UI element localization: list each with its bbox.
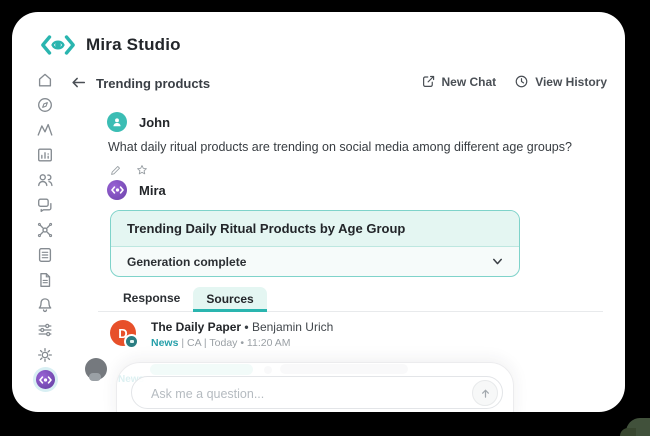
assistant-message-header: Mira (107, 180, 166, 200)
new-chat-icon (421, 74, 436, 89)
list-document-icon (36, 246, 54, 264)
sidebar-item-explore[interactable] (36, 95, 55, 114)
home-icon (36, 71, 54, 89)
sidebar-item-settings[interactable] (36, 345, 55, 364)
source-item[interactable]: D The Daily Paper • Benjamin Urich News … (110, 320, 333, 349)
source-meta: | CA | Today • 11:20 AM (181, 337, 290, 349)
send-arrow-icon (479, 387, 492, 400)
mira-logo-icon (40, 34, 76, 56)
mira-avatar-icon (111, 186, 124, 194)
sidebar (34, 70, 56, 389)
compass-icon (36, 96, 54, 114)
sidebar-item-activity[interactable] (36, 120, 55, 139)
sidebar-item-documents[interactable] (36, 270, 55, 289)
sidebar-item-integrations[interactable] (36, 220, 55, 239)
header-actions: New Chat View History (421, 74, 608, 89)
source-meta-line: News | CA | Today • 11:20 AM (151, 337, 333, 349)
page-title: Trending products (96, 76, 210, 91)
bar-chart-icon (36, 146, 54, 164)
question-input-wrapper (131, 376, 503, 409)
sidebar-item-analytics[interactable] (36, 145, 55, 164)
mira-avatar (107, 180, 127, 200)
user-name: John (139, 115, 170, 130)
sidebar-item-notes[interactable] (36, 245, 55, 264)
file-icon (36, 271, 54, 289)
users-icon (36, 171, 54, 189)
sidebar-item-audiences[interactable] (36, 170, 55, 189)
result-tabs: Response Sources (98, 286, 603, 312)
generation-status-row[interactable]: Generation complete (111, 247, 519, 276)
source-details: The Daily Paper • Benjamin Urich News | … (151, 320, 333, 349)
view-history-button[interactable]: View History (514, 74, 607, 89)
background-plant-decoration-small (620, 428, 636, 436)
user-message-header: John (107, 112, 170, 132)
brand-name: Mira Studio (86, 35, 181, 55)
source-avatar: D (110, 320, 136, 346)
user-message-text: What daily ritual products are trending … (108, 140, 572, 154)
sidebar-item-conversations[interactable] (36, 195, 55, 214)
activity-icon (36, 121, 54, 139)
edit-button[interactable] (109, 164, 122, 177)
favorite-button[interactable] (135, 163, 149, 177)
back-button[interactable] (70, 74, 87, 96)
new-chat-button[interactable]: New Chat (421, 74, 497, 89)
tab-sources[interactable]: Sources (193, 287, 266, 312)
sidebar-item-notifications[interactable] (36, 295, 55, 314)
question-input[interactable] (149, 377, 431, 410)
source-author: Benjamin Urich (252, 320, 333, 334)
sliders-icon (36, 321, 54, 339)
gear-icon (36, 346, 54, 364)
message-actions (109, 163, 149, 177)
hidden-source-avatar-fragment (89, 373, 101, 381)
screen: { "brand": "Mira Studio", "header": { "t… (0, 0, 650, 436)
chat-bubbles-icon (36, 196, 54, 214)
clock-icon (514, 74, 529, 89)
sidebar-item-preferences[interactable] (36, 320, 55, 339)
user-avatar (107, 112, 127, 132)
mira-active-icon (36, 370, 55, 389)
back-arrow-icon (70, 74, 87, 91)
sidebar-item-home[interactable] (36, 70, 55, 89)
app-window: Mira Studio (12, 12, 625, 412)
chevron-down-icon (490, 254, 505, 269)
view-history-label: View History (535, 75, 607, 89)
person-icon (111, 116, 123, 128)
generation-card-header: Trending Daily Ritual Products by Age Gr… (111, 211, 519, 247)
new-chat-label: New Chat (442, 75, 497, 89)
source-title-line: The Daily Paper • Benjamin Urich (151, 320, 333, 334)
send-button[interactable] (472, 380, 498, 406)
tab-response[interactable]: Response (110, 286, 193, 311)
star-icon (135, 163, 149, 177)
bell-icon (36, 296, 54, 314)
connections-icon (36, 221, 54, 239)
composer-panel (116, 362, 514, 412)
source-category: News (151, 337, 178, 349)
generation-status-label: Generation complete (127, 255, 246, 269)
generation-card: Trending Daily Ritual Products by Age Gr… (110, 210, 520, 277)
source-separator: • (244, 320, 248, 334)
sidebar-item-mira[interactable] (36, 370, 55, 389)
generation-card-title: Trending Daily Ritual Products by Age Gr… (127, 221, 405, 236)
pencil-icon (109, 164, 122, 177)
app-logo: Mira Studio (40, 34, 181, 56)
source-news-badge-icon (124, 334, 139, 349)
assistant-name: Mira (139, 183, 166, 198)
source-name: The Daily Paper (151, 320, 241, 334)
